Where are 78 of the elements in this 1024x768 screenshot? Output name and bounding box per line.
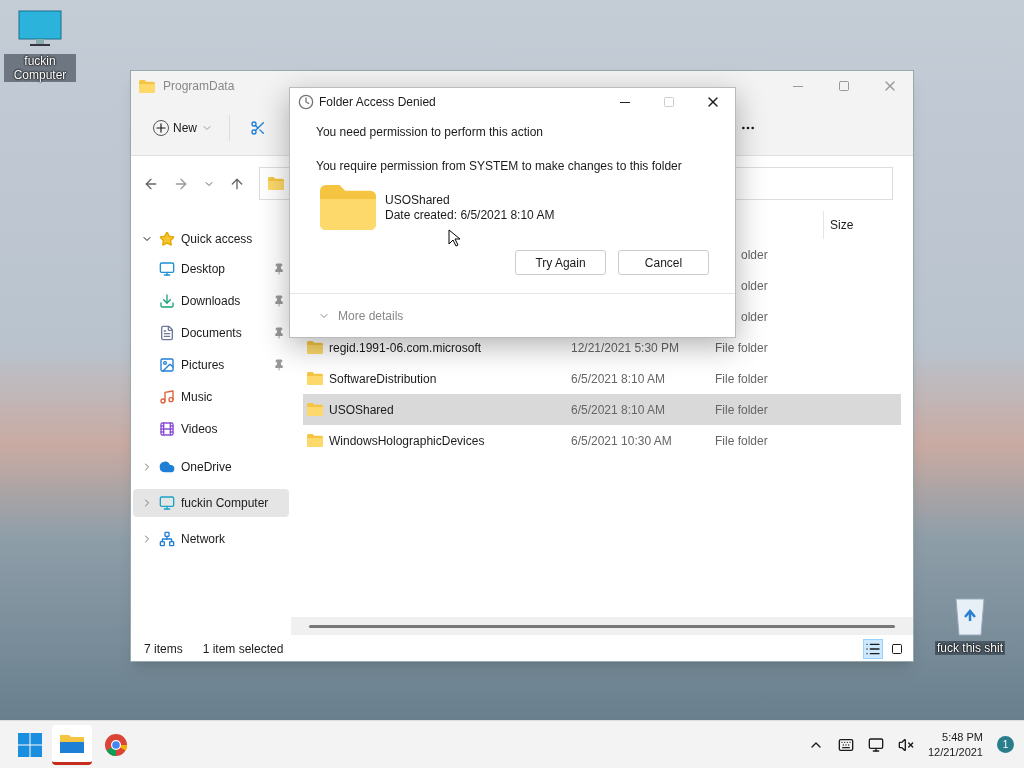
desktop-icon: [159, 261, 175, 277]
folder-icon: [60, 733, 84, 753]
star-icon: [159, 231, 175, 247]
folder-icon: [307, 341, 323, 354]
mouse-pointer-icon: [448, 229, 460, 247]
minimize-icon: [620, 101, 630, 103]
folder-icon: [307, 403, 323, 416]
file-row[interactable]: SoftwareDistribution 6/5/2021 8:10 AM File folder: [303, 363, 901, 394]
name-cell-text: regid.1991-06.com.microsoft: [329, 339, 482, 357]
nav-item[interactable]: Desktop: [131, 253, 291, 285]
computer-icon: [159, 495, 175, 511]
nav-item[interactable]: Documents: [131, 317, 291, 349]
dialog-heading: You need permission to perform this action: [315, 124, 544, 141]
dialog-button[interactable]: Cancel: [618, 250, 709, 275]
folder-icon: [307, 372, 323, 385]
cut-icon[interactable]: [250, 120, 266, 136]
type-cell-text: File folder: [715, 432, 768, 450]
folder-icon: [307, 434, 323, 447]
volume-muted-icon[interactable]: [897, 736, 914, 753]
minimize-icon: [793, 85, 803, 87]
date-cell-text: 6/5/2021 8:10 AM: [571, 370, 667, 388]
document-icon: [159, 325, 175, 341]
folder-icon: [268, 177, 284, 190]
folder-icon: [320, 185, 376, 230]
name-cell-text: USOShared: [329, 401, 394, 419]
nav-item[interactable]: Music: [131, 381, 291, 413]
name-cell-text: WindowsHolographicDevices: [329, 432, 485, 450]
plus-icon: [153, 120, 169, 136]
new-button[interactable]: New: [149, 115, 217, 141]
dialog-message: You require permission from SYSTEM to make changes to this folder: [315, 158, 683, 175]
cloud-icon: [159, 459, 175, 475]
scrollbar[interactable]: [309, 624, 895, 628]
square-icon: [891, 643, 903, 655]
maximize-icon: [663, 96, 675, 108]
folder-name: USOShared: [385, 192, 451, 208]
desktop-icon-label: fuck this shit: [935, 641, 1005, 655]
column-header[interactable]: Size: [823, 211, 901, 239]
date-cell-text: 6/5/2021 10:30 AM: [571, 432, 673, 450]
date-cell-text: 6/5/2021 8:10 AM: [571, 401, 667, 419]
folder-icon: [139, 79, 155, 93]
music-icon: [159, 389, 175, 405]
type-cell-text: File folder: [715, 401, 768, 419]
nav-item[interactable]: Quick access: [133, 225, 289, 253]
folder-taskbar-button[interactable]: [52, 724, 92, 765]
file-row[interactable]: WindowsHolographicDevices 6/5/2021 10:30 AM File folder: [303, 425, 901, 456]
window-title: ProgramData: [163, 78, 235, 95]
dialog-title: Folder Access Denied: [319, 94, 436, 111]
notification-badge[interactable]: 1: [997, 736, 1014, 753]
nav-item[interactable]: OneDrive: [133, 453, 289, 481]
dialog-button[interactable]: Try Again: [515, 250, 606, 275]
folder-date: Date created: 6/5/2021 8:10 AM: [385, 207, 555, 223]
clock[interactable]: 5:48 PM 12/21/2021: [927, 729, 983, 760]
type-cell-text: File folder: [715, 339, 768, 357]
desktop-icon-label: fuckin Computer: [4, 54, 76, 82]
nav-item[interactable]: Pictures: [131, 349, 291, 381]
picture-icon: [159, 357, 175, 373]
file-row[interactable]: USOShared 6/5/2021 8:10 AM File folder: [303, 394, 901, 425]
list-icon: [865, 641, 881, 657]
type-cell-text: older: [741, 277, 768, 295]
name-cell-text: SoftwareDistribution: [329, 370, 437, 388]
nav-item[interactable]: Downloads: [131, 285, 291, 317]
recycle-bin-icon[interactable]: [953, 595, 987, 637]
nav-item[interactable]: Network: [133, 525, 289, 553]
download-icon: [159, 293, 175, 309]
selection-status: 1 item selected: [202, 641, 284, 658]
nav-item[interactable]: Videos: [131, 413, 291, 445]
film-icon: [159, 421, 175, 437]
clock-icon: [298, 94, 314, 110]
type-cell-text: File folder: [715, 370, 768, 388]
details-view-button[interactable]: [863, 639, 883, 659]
keyboard-icon[interactable]: [837, 736, 854, 753]
maximize-icon: [838, 80, 850, 92]
date-cell-text: 12/21/2021 5:30 PM: [571, 339, 681, 357]
item-count: 7 items: [144, 641, 183, 658]
more-details-toggle[interactable]: More details: [318, 306, 404, 325]
start-icon[interactable]: [18, 732, 42, 757]
browser-icon: [104, 732, 128, 757]
nav-item[interactable]: fuckin Computer: [133, 489, 289, 517]
